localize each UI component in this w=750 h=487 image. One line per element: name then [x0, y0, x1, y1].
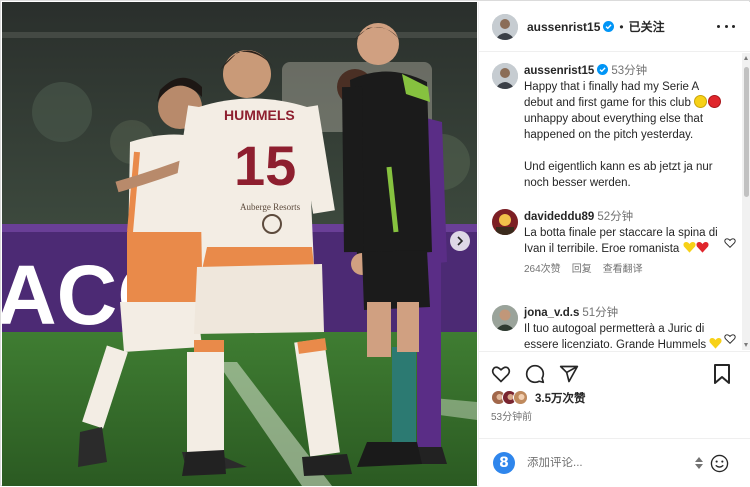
verified-badge-icon: [603, 21, 615, 32]
likes-count[interactable]: 3.5万次赞: [535, 390, 586, 406]
scroll-up-arrow-icon[interactable]: [744, 56, 748, 60]
jersey-sponsor: Auberge Resorts: [240, 202, 301, 212]
heart-icon[interactable]: [491, 364, 511, 384]
share-icon[interactable]: [559, 364, 579, 384]
input-spinner-icon[interactable]: [695, 456, 703, 470]
jersey-name: HUMMELS: [224, 107, 295, 123]
comment-text-content: Il tuo autogoal permetterà a Juric di es…: [524, 323, 710, 350]
comment-body: jona_v.d.s 51分钟 Il tuo autogoal permetter…: [524, 305, 724, 350]
comment-avatar-image: [492, 305, 518, 331]
reply-button[interactable]: 回复: [572, 262, 592, 278]
comments-list[interactable]: aussenrist15 53分钟 Happy that i finally ha…: [479, 53, 741, 350]
caption-username[interactable]: aussenrist15: [524, 65, 594, 77]
likes-summary[interactable]: 3.5万次赞: [491, 390, 586, 406]
caption-avatar-image: [492, 63, 518, 89]
bookmark-icon[interactable]: [713, 364, 731, 384]
comment-time: 51分钟: [582, 307, 619, 319]
smiley-icon[interactable]: [710, 454, 729, 473]
author-username[interactable]: aussenrist15: [527, 20, 600, 34]
translate-button[interactable]: 查看翻译: [603, 262, 643, 278]
caption-text: Happy that i finally had my Serie A debu…: [524, 79, 724, 143]
comment-avatar-image: [492, 209, 518, 235]
scroll-down-arrow-icon[interactable]: [744, 343, 748, 347]
post-header: aussenrist15 • 已关注: [479, 2, 750, 52]
post-dialog: ACON HUMMELS 15 Auberge Resorts aussenri…: [0, 0, 750, 486]
comment-text: La botta finale per staccare la spina di…: [524, 225, 724, 257]
match-photo-illustration: ACON HUMMELS 15 Auberge Resorts: [2, 2, 477, 486]
comment-time: 52分钟: [597, 211, 634, 223]
comment-text: Il tuo autogoal permetterà a Juric di es…: [524, 321, 724, 350]
comment-avatar[interactable]: [492, 305, 518, 331]
caption-time: 53分钟: [611, 65, 648, 77]
comment-likes[interactable]: 264次赞: [524, 262, 561, 278]
liker-avatar: [513, 390, 528, 405]
post-actions: 3.5万次赞 53分钟前 8: [479, 351, 750, 486]
next-photo-button[interactable]: [450, 231, 470, 251]
liker-avatars: [491, 390, 533, 406]
more-options-icon[interactable]: [717, 19, 735, 33]
caption-body: aussenrist15 53分钟 Happy that i finally ha…: [524, 63, 724, 191]
comment-username[interactable]: jona_v.d.s: [524, 307, 579, 319]
caption-text-part1: Happy that i finally had my Serie A debu…: [524, 81, 702, 109]
header-separator: •: [619, 19, 624, 34]
chevron-right-icon: [457, 236, 464, 246]
comment-input[interactable]: [527, 457, 687, 469]
author-avatar[interactable]: [492, 13, 518, 40]
caption-avatar[interactable]: [492, 63, 518, 89]
scrollbar-thumb[interactable]: [744, 67, 749, 197]
comment-body: davideddu89 52分钟 La botta finale per stac…: [524, 209, 724, 278]
comment-like-heart-icon[interactable]: [724, 237, 736, 249]
comments-scrollbar[interactable]: [742, 53, 750, 350]
yellow-heart-emoji-icon: [709, 338, 722, 349]
post-side-panel: aussenrist15 • 已关注 aussenrist15 53分钟 Hap…: [478, 2, 750, 486]
jersey-number: 15: [234, 134, 296, 197]
comment-icon[interactable]: [525, 364, 545, 384]
author-avatar-image: [492, 13, 518, 40]
comment-like-heart-icon[interactable]: [724, 333, 736, 345]
yellow-heart-emoji-icon: [682, 242, 696, 253]
post-photo[interactable]: ACON HUMMELS 15 Auberge Resorts: [2, 2, 477, 486]
yellow-circle-emoji-icon: [694, 95, 708, 108]
verified-badge-icon: [597, 64, 609, 75]
comment-meta: 264次赞 回复 查看翻译: [524, 262, 724, 278]
following-button[interactable]: 已关注: [629, 18, 665, 35]
add-comment-row: 8: [479, 438, 750, 487]
extension-badge-icon[interactable]: 8: [493, 452, 515, 474]
comment-avatar[interactable]: [492, 209, 518, 235]
red-circle-emoji-icon: [708, 95, 722, 108]
caption-text-part3: Und eigentlich kann es ab jetzt ja nur n…: [524, 161, 716, 189]
post-timestamp: 53分钟前: [491, 412, 533, 423]
comment-username[interactable]: davideddu89: [524, 211, 594, 223]
action-icons: [491, 364, 579, 384]
red-heart-emoji-icon: [695, 242, 709, 253]
